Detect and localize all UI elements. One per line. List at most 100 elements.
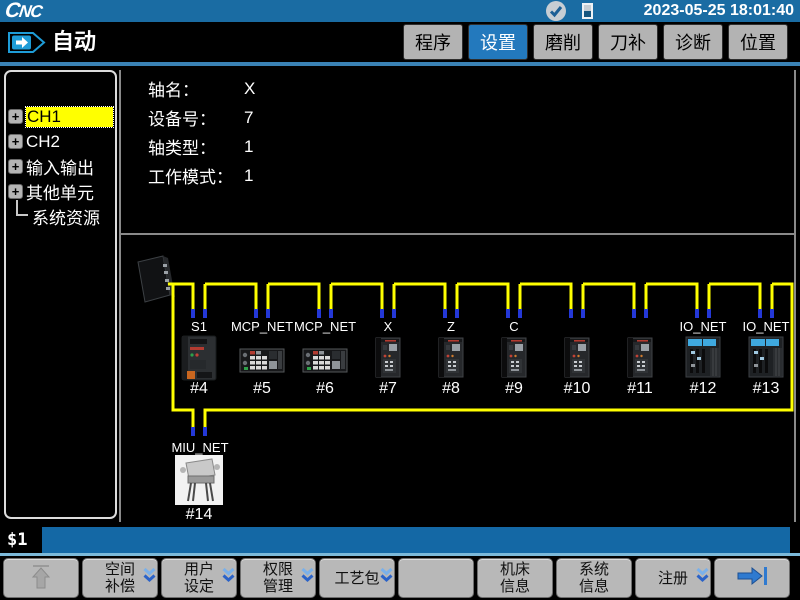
sidebar-item-input-output[interactable]: +输入输出	[6, 154, 115, 179]
tab-diagnosis[interactable]: 诊断	[663, 24, 723, 60]
network-node-14[interactable]: MIU_NET #14	[171, 440, 228, 523]
tab-bar: 程序设置磨削刀补诊断位置	[403, 24, 788, 60]
sidebar-item-label: CH2	[26, 132, 60, 152]
battery-icon	[582, 3, 593, 19]
section-divider	[121, 233, 795, 235]
svg-text:IO_NET: IO_NET	[680, 319, 727, 334]
detail-value: 1	[244, 166, 253, 186]
softkey-page-next[interactable]	[714, 558, 790, 598]
softkey-label: 系统	[579, 561, 609, 578]
expand-icon[interactable]: +	[8, 184, 23, 199]
detail-row: 轴名：X	[148, 74, 255, 103]
network-node-main-controller[interactable]	[138, 256, 175, 302]
detail-panel: 轴名：X设备号：7轴类型：1工作模式：1	[148, 74, 255, 190]
expand-icon[interactable]: +	[8, 134, 23, 149]
mode-bar: 自动 程序设置磨削刀补诊断位置	[0, 22, 800, 62]
tab-program[interactable]: 程序	[403, 24, 463, 60]
brand-logo: CNC	[3, 0, 43, 23]
clock: 2023-05-25 18:01:40	[644, 0, 794, 22]
network-node-8[interactable]: Z#8	[439, 319, 463, 397]
softkey-permission-management[interactable]: 权限管理	[240, 558, 316, 598]
detail-value: 1	[244, 137, 253, 157]
softkey-process-package[interactable]: 工艺包	[319, 558, 395, 598]
network-node-12[interactable]: IO_NET#12	[680, 319, 727, 397]
softkey-label: 用户	[184, 561, 214, 578]
sidebar-item-ch2[interactable]: +CH2	[6, 129, 115, 154]
softkey-label: 设定	[184, 578, 214, 595]
chevron-down-icon	[380, 567, 393, 589]
network-wire	[520, 284, 571, 312]
svg-text:#10: #10	[564, 380, 591, 397]
softkey-label: 工艺包	[334, 570, 379, 587]
tab-grinding[interactable]: 磨削	[533, 24, 593, 60]
network-node-10[interactable]: #10	[564, 338, 591, 397]
softkey-space-compensation[interactable]: 空间补偿	[82, 558, 158, 598]
mode-arrow-icon	[8, 30, 46, 60]
softkey-register[interactable]: 注册	[635, 558, 711, 598]
tab-tool-compensation[interactable]: 刀补	[598, 24, 658, 60]
panel-border-right	[794, 70, 796, 522]
network-node-7[interactable]: X#7	[376, 319, 400, 397]
softkey-label: 补偿	[105, 578, 135, 595]
expand-icon[interactable]: +	[8, 109, 23, 124]
svg-text:#5: #5	[253, 380, 271, 397]
softkey-machine-info[interactable]: 机床信息	[477, 558, 553, 598]
softkey-label: 信息	[500, 578, 530, 595]
softkey-bar: 空间补偿用户设定权限管理工艺包机床信息系统信息注册	[0, 556, 800, 600]
tab-position[interactable]: 位置	[728, 24, 788, 60]
network-wire	[268, 284, 319, 312]
panel-border-left	[119, 70, 121, 522]
sidebar-item-label: 其他单元	[26, 179, 94, 204]
command-field	[42, 527, 790, 553]
network-wire	[331, 284, 382, 312]
channel-tree: +CH1+CH2+输入输出+其他单元系统资源	[4, 70, 117, 519]
svg-text:#13: #13	[753, 380, 780, 397]
detail-label: 设备号：	[148, 105, 244, 130]
chevron-down-icon	[301, 567, 314, 589]
detail-label: 轴名：	[148, 76, 244, 101]
svg-text:#4: #4	[190, 380, 208, 397]
sidebar-item-label: 输入输出	[26, 154, 94, 179]
network-node-6[interactable]: MCP_NET #6	[294, 319, 356, 397]
svg-text:MCP_NET: MCP_NET	[294, 319, 356, 334]
softkey-empty[interactable]	[398, 558, 474, 598]
svg-text:MIU_NET: MIU_NET	[171, 440, 228, 455]
softkey-label: 信息	[579, 578, 609, 595]
network-node-4[interactable]: S1 #4	[182, 319, 216, 397]
network-node-13[interactable]: IO_NET #13	[743, 319, 790, 397]
tab-settings[interactable]: 设置	[468, 24, 528, 60]
sidebar-item-ch1[interactable]: +CH1	[6, 104, 115, 129]
sidebar-item-system-resources[interactable]: 系统资源	[6, 204, 115, 229]
svg-text:#7: #7	[379, 380, 397, 397]
svg-text:S1: S1	[191, 319, 207, 334]
expand-icon[interactable]: +	[8, 159, 23, 174]
detail-row: 工作模式：1	[148, 161, 255, 190]
softkey-page-up[interactable]	[3, 558, 79, 598]
svg-text:IO_NET: IO_NET	[743, 319, 790, 334]
network-wire	[205, 284, 256, 312]
softkey-label: 注册	[658, 570, 688, 587]
network-node-11[interactable]: #11	[627, 338, 653, 397]
svg-text:#6: #6	[316, 380, 334, 397]
command-prompt: $1	[7, 527, 27, 553]
svg-text:#14: #14	[186, 506, 213, 523]
detail-value: X	[244, 79, 255, 99]
top-status-bar: CNC 2023-05-25 18:01:40	[0, 0, 800, 22]
sidebar-item-label: CH1	[26, 107, 113, 127]
softkey-user-settings[interactable]: 用户设定	[161, 558, 237, 598]
detail-value: 7	[244, 108, 253, 128]
network-node-9[interactable]: C #9	[502, 319, 526, 397]
svg-text:MCP_NET: MCP_NET	[231, 319, 293, 334]
softkey-system-info[interactable]: 系统信息	[556, 558, 632, 598]
softkey-label: 机床	[500, 561, 530, 578]
svg-text:Z: Z	[447, 319, 455, 334]
detail-row: 设备号：7	[148, 103, 255, 132]
network-wire	[646, 284, 697, 312]
chevron-down-icon	[143, 567, 156, 589]
check-icon	[546, 1, 566, 21]
network-wire	[457, 284, 508, 312]
svg-text:C: C	[509, 319, 518, 334]
svg-text:#9: #9	[505, 380, 523, 397]
network-node-5[interactable]: MCP_NET #5	[231, 319, 293, 397]
svg-text:#11: #11	[627, 380, 653, 397]
